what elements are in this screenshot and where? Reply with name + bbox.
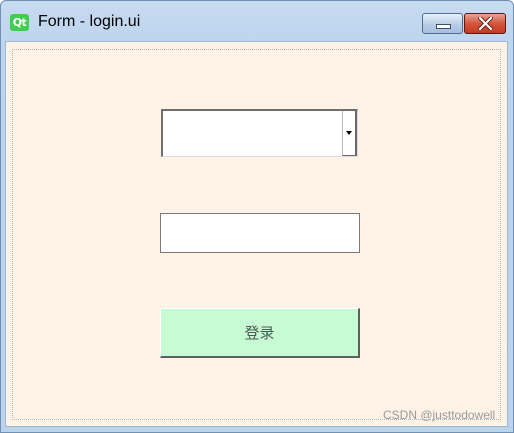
login-button[interactable]: 登录 [160, 308, 360, 358]
form-canvas: 登录 [5, 41, 508, 427]
chevron-down-icon [346, 131, 352, 135]
account-combobox[interactable] [161, 109, 358, 157]
minimize-button[interactable] [422, 13, 463, 34]
close-button[interactable] [464, 13, 506, 34]
title-bar[interactable]: Qt Form - login.ui [1, 1, 513, 41]
watermark-text: CSDN @justtodowell [383, 408, 496, 422]
close-icon [478, 17, 493, 30]
qt-app-icon: Qt [10, 14, 29, 31]
app-window: Qt Form - login.ui 登录 [0, 0, 514, 433]
minimize-icon [436, 24, 451, 29]
dropdown-button[interactable] [342, 111, 357, 156]
window-title: Form - login.ui [38, 13, 141, 30]
password-field[interactable] [160, 213, 360, 253]
